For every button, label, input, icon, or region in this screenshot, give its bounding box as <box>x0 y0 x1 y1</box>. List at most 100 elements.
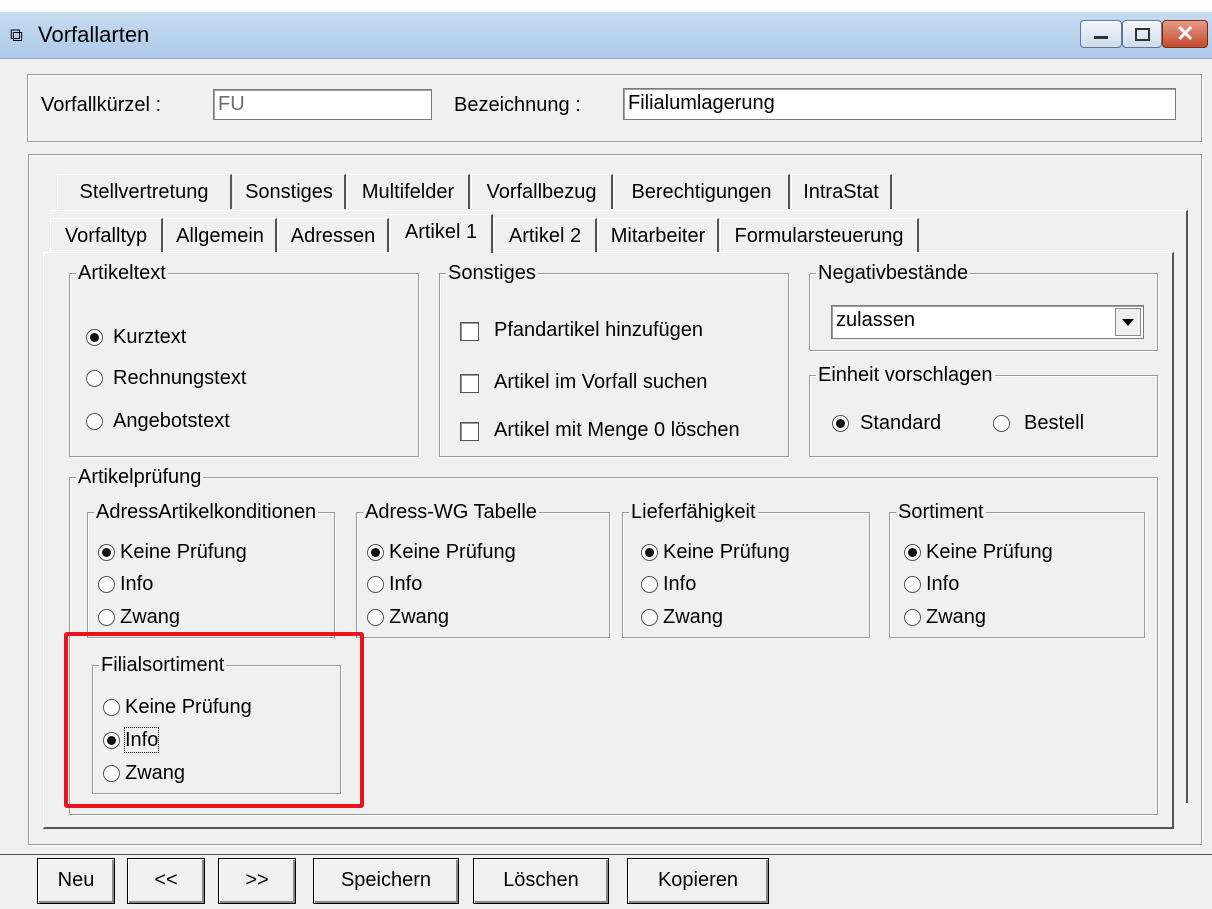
footer-separator <box>0 854 1212 855</box>
angebotstext-label[interactable]: Angebotstext <box>113 409 230 433</box>
artikel-suchen-checkbox[interactable] <box>460 374 479 393</box>
info-radio[interactable] <box>641 576 658 593</box>
maximize-icon <box>1135 28 1150 41</box>
tab-berechtigungen[interactable]: Berechtigungen <box>614 174 790 209</box>
close-icon: ✕ <box>1176 21 1195 46</box>
tab-multifelder[interactable]: Multifelder <box>347 174 470 209</box>
keine-pruefung-radio[interactable] <box>367 544 384 561</box>
group-title: Sortiment <box>896 500 986 524</box>
tab-vorfalltyp[interactable]: Vorfalltyp <box>50 218 163 253</box>
zwang-label[interactable]: Zwang <box>926 605 986 629</box>
group-title: Negativbestände <box>816 261 971 285</box>
negativbestaende-select[interactable]: zulassen <box>831 305 1144 339</box>
pfandartikel-checkbox[interactable] <box>460 322 479 341</box>
dropdown-arrow-button[interactable] <box>1115 308 1141 336</box>
adressartikelkonditionen-group: AdressArtikelkonditionen Keine Prüfung I… <box>87 500 335 638</box>
info-radio[interactable] <box>98 576 115 593</box>
window-title: Vorfallarten <box>38 22 150 47</box>
artikeltext-group: Artikeltext Kurztext Rechnungstext Angeb… <box>69 261 419 457</box>
zwang-label[interactable]: Zwang <box>663 605 723 629</box>
loeschen-button[interactable]: Löschen <box>473 858 609 904</box>
artikel-suchen-label[interactable]: Artikel im Vorfall suchen <box>494 370 707 394</box>
kurztext-label[interactable]: Kurztext <box>113 325 186 349</box>
keine-pruefung-label[interactable]: Keine Prüfung <box>389 540 516 564</box>
standard-radio[interactable] <box>832 415 849 432</box>
group-title: AdressArtikelkonditionen <box>94 500 319 524</box>
tab-label: IntraStat <box>803 181 879 203</box>
tab-sonstiges[interactable]: Sonstiges <box>233 174 346 209</box>
keine-pruefung-label[interactable]: Keine Prüfung <box>663 540 790 564</box>
zwang-radio[interactable] <box>904 609 921 626</box>
bezeichnung-input[interactable]: Filialumlagerung <box>623 88 1176 120</box>
button-label: Speichern <box>340 869 432 891</box>
keine-pruefung-radio[interactable] <box>98 544 115 561</box>
bestell-label[interactable]: Bestell <box>1024 411 1084 435</box>
negativbestaende-group: Negativbestände zulassen <box>809 261 1158 351</box>
keine-pruefung-radio[interactable] <box>641 544 658 561</box>
tab-label: Berechtigungen <box>631 181 772 203</box>
info-label[interactable]: Info <box>926 572 959 596</box>
next-button[interactable]: >> <box>218 858 296 904</box>
info-label[interactable]: Info <box>120 572 153 596</box>
dialog-window: ⧉ Vorfallarten ✕ Vorfallkürzel : FU Beze… <box>0 12 1212 909</box>
info-radio[interactable] <box>904 576 921 593</box>
tab-formularsteuerung[interactable]: Formularsteuerung <box>720 218 919 253</box>
group-title: Artikelprüfung <box>76 465 204 489</box>
zwang-radio[interactable] <box>367 609 384 626</box>
bestell-radio[interactable] <box>993 415 1010 432</box>
keine-pruefung-label[interactable]: Keine Prüfung <box>120 540 247 564</box>
button-label: Neu <box>57 869 95 891</box>
group-title: Artikeltext <box>76 261 168 285</box>
zwang-label[interactable]: Zwang <box>389 605 449 629</box>
minimize-button[interactable] <box>1080 20 1122 48</box>
chevron-down-icon <box>1122 319 1134 326</box>
neu-button[interactable]: Neu <box>37 858 115 904</box>
minimize-icon <box>1094 36 1108 39</box>
keine-pruefung-radio[interactable] <box>904 544 921 561</box>
zwang-label[interactable]: Zwang <box>120 605 180 629</box>
tab-label: Adressen <box>290 225 376 247</box>
zwang-radio[interactable] <box>641 609 658 626</box>
kuerzel-input[interactable]: FU <box>213 89 432 120</box>
menge-0-loeschen-checkbox[interactable] <box>460 422 479 441</box>
maximize-button[interactable] <box>1122 20 1162 48</box>
rechnungstext-label[interactable]: Rechnungstext <box>113 366 246 390</box>
pfandartikel-label[interactable]: Pfandartikel hinzufügen <box>494 318 703 342</box>
menge-0-loeschen-label[interactable]: Artikel mit Menge 0 löschen <box>494 418 740 442</box>
info-label[interactable]: Info <box>663 572 696 596</box>
lieferfaehigkeit-group: Lieferfähigkeit Keine Prüfung Info Zwang <box>622 500 870 638</box>
group-title: Adress-WG Tabelle <box>363 500 539 524</box>
keine-pruefung-label[interactable]: Keine Prüfung <box>926 540 1053 564</box>
tab-label: Sonstiges <box>245 181 333 203</box>
sonstiges-group: Sonstiges Pfandartikel hinzufügen Artike… <box>439 261 789 457</box>
tab-artikel-1[interactable]: Artikel 1 <box>390 214 493 253</box>
adress-wg-tabelle-group: Adress-WG Tabelle Keine Prüfung Info Zwa… <box>356 500 610 638</box>
tab-allgemein[interactable]: Allgemein <box>164 218 277 253</box>
tab-stellvertretung[interactable]: Stellvertretung <box>57 174 232 209</box>
info-label[interactable]: Info <box>389 572 422 596</box>
button-label: Löschen <box>503 869 579 891</box>
zwang-radio[interactable] <box>98 609 115 626</box>
bezeichnung-label: Bezeichnung : <box>454 94 581 116</box>
group-title: Sonstiges <box>446 261 538 285</box>
tab-vorfallbezug[interactable]: Vorfallbezug <box>471 174 613 209</box>
tab-label: Stellvertretung <box>79 181 209 203</box>
info-radio[interactable] <box>367 576 384 593</box>
kopieren-button[interactable]: Kopieren <box>627 858 769 904</box>
tab-mitarbeiter[interactable]: Mitarbeiter <box>598 218 719 253</box>
speichern-button[interactable]: Speichern <box>313 858 459 904</box>
tab-artikel-2[interactable]: Artikel 2 <box>494 218 597 253</box>
tab-label: Multifelder <box>361 181 455 203</box>
rechnungstext-radio[interactable] <box>86 370 103 387</box>
angebotstext-radio[interactable] <box>86 413 103 430</box>
standard-label[interactable]: Standard <box>860 411 941 435</box>
tab-label: Formularsteuerung <box>734 225 904 247</box>
tab-adressen[interactable]: Adressen <box>278 218 389 253</box>
previous-button[interactable]: << <box>127 858 205 904</box>
kurztext-radio[interactable] <box>86 329 103 346</box>
tab-label: Vorfalltyp <box>64 225 148 247</box>
group-title: Einheit vorschlagen <box>816 363 995 387</box>
close-button[interactable]: ✕ <box>1162 20 1208 48</box>
title-bar[interactable]: ⧉ Vorfallarten ✕ <box>0 12 1212 59</box>
tab-intrastat[interactable]: IntraStat <box>791 174 892 209</box>
